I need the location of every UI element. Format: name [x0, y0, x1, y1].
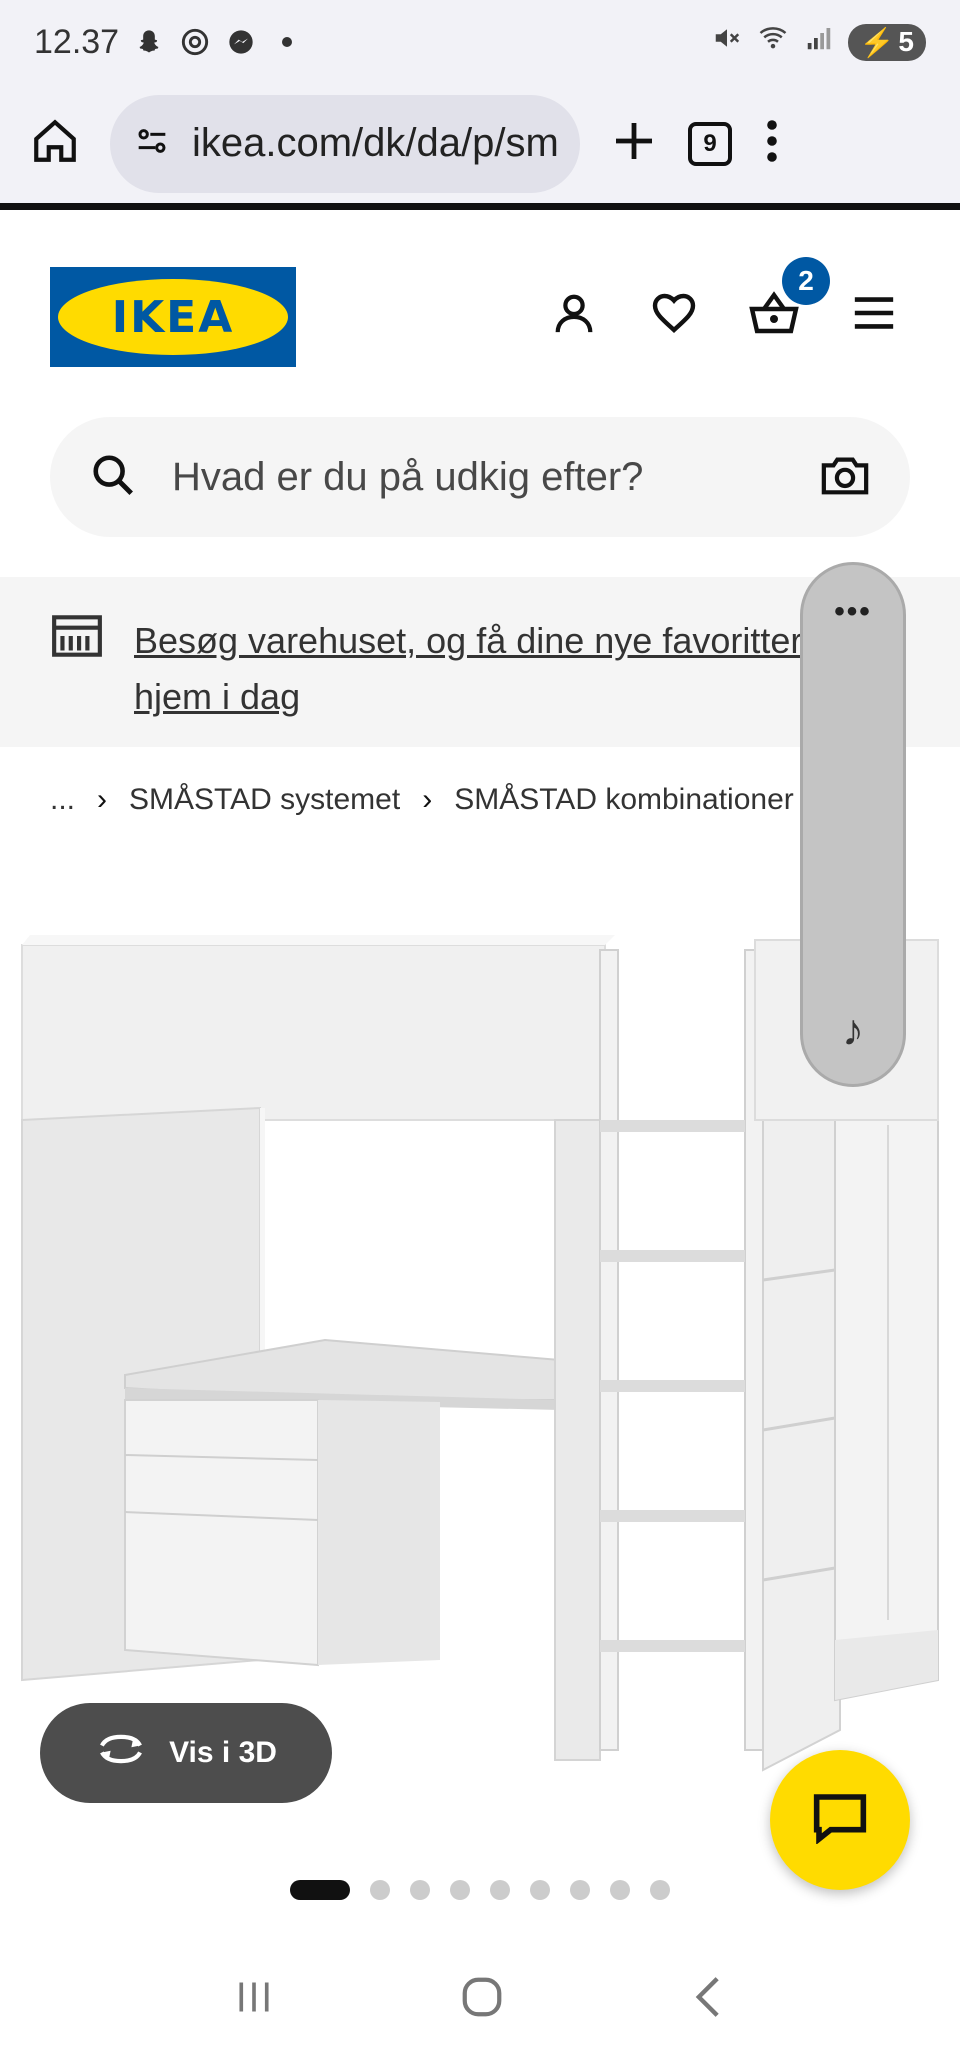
- cart-count-badge: 2: [782, 257, 830, 305]
- search-icon: [90, 452, 136, 503]
- battery-indicator: ⚡ 5: [847, 23, 926, 61]
- store-icon: [50, 613, 104, 664]
- carousel-dot[interactable]: [530, 1880, 550, 1900]
- tab-switcher-button[interactable]: 9: [688, 121, 732, 166]
- site-settings-icon[interactable]: [132, 121, 172, 166]
- carousel-dot-active[interactable]: [290, 1880, 350, 1900]
- carousel-dot[interactable]: [610, 1880, 630, 1900]
- carousel-dot[interactable]: [410, 1880, 430, 1900]
- search-input[interactable]: Hvad er du på udkig efter?: [172, 455, 784, 500]
- browser-toolbar: ikea.com/dk/da/p/sm 9: [0, 84, 960, 210]
- status-time: 12.37: [34, 22, 120, 61]
- more-menu-icon[interactable]: [762, 117, 782, 170]
- favorites-heart-icon[interactable]: [648, 287, 700, 339]
- store-visit-link[interactable]: Besøg varehuset, og få dine nye favoritt…: [134, 613, 854, 725]
- messenger-icon: [225, 26, 257, 58]
- carousel-dot[interactable]: [490, 1880, 510, 1900]
- chevron-right-icon: ›: [422, 783, 433, 816]
- charging-icon: ⚡: [859, 26, 895, 58]
- site-header: IKEA 2: [0, 217, 960, 417]
- carousel-dot[interactable]: [650, 1880, 670, 1900]
- new-tab-icon[interactable]: [610, 117, 658, 170]
- address-bar[interactable]: ikea.com/dk/da/p/sm: [110, 94, 580, 193]
- signal-icon: [804, 23, 834, 62]
- overlay-more-button[interactable]: •••: [834, 595, 872, 629]
- breadcrumb-ellipsis[interactable]: ...: [50, 783, 75, 817]
- view-in-3d-button[interactable]: Vis i 3D: [40, 1703, 332, 1803]
- carousel-indicator: [290, 1880, 670, 1900]
- status-bar: 12.37 ⚡ 5: [0, 0, 960, 84]
- chrome-icon: [179, 26, 211, 58]
- breadcrumb-item[interactable]: SMÅSTAD kombinationer: [454, 783, 794, 817]
- battery-level: 5: [898, 26, 914, 57]
- music-note-icon[interactable]: ♪: [842, 1006, 864, 1056]
- back-icon[interactable]: [688, 1975, 728, 2024]
- carousel-dot[interactable]: [450, 1880, 470, 1900]
- chevron-right-icon: ›: [97, 783, 108, 816]
- mute-icon: [712, 23, 742, 62]
- shopping-cart-icon[interactable]: 2: [748, 257, 830, 339]
- account-icon[interactable]: [548, 287, 600, 339]
- camera-search-icon[interactable]: [820, 453, 870, 502]
- breadcrumb: ... › SMÅSTAD systemet › SMÅSTAD kombina…: [50, 775, 794, 825]
- home-nav-icon[interactable]: [459, 1974, 505, 2025]
- ikea-logo[interactable]: IKEA: [50, 267, 296, 367]
- carousel-dot[interactable]: [570, 1880, 590, 1900]
- search-bar[interactable]: Hvad er du på udkig efter?: [50, 417, 910, 537]
- url-text[interactable]: ikea.com/dk/da/p/sm: [192, 121, 558, 166]
- chat-bubble-icon: [812, 1792, 868, 1849]
- floating-side-panel[interactable]: ••• ♪: [800, 562, 906, 1087]
- wifi-icon: [756, 23, 790, 62]
- logo-text: IKEA: [111, 291, 235, 343]
- recent-apps-icon[interactable]: [232, 1977, 276, 2022]
- system-navigation-bar: [0, 1940, 960, 2059]
- rotate-3d-icon: [95, 1731, 147, 1775]
- view-in-3d-label: Vis i 3D: [169, 1736, 277, 1769]
- snapchat-icon: [133, 26, 165, 58]
- notification-dot-icon: [271, 26, 303, 58]
- carousel-dot[interactable]: [370, 1880, 390, 1900]
- breadcrumb-item[interactable]: SMÅSTAD systemet: [129, 783, 400, 817]
- home-icon[interactable]: [30, 116, 80, 171]
- hamburger-menu-icon[interactable]: [848, 287, 900, 339]
- chat-support-button[interactable]: [770, 1750, 910, 1890]
